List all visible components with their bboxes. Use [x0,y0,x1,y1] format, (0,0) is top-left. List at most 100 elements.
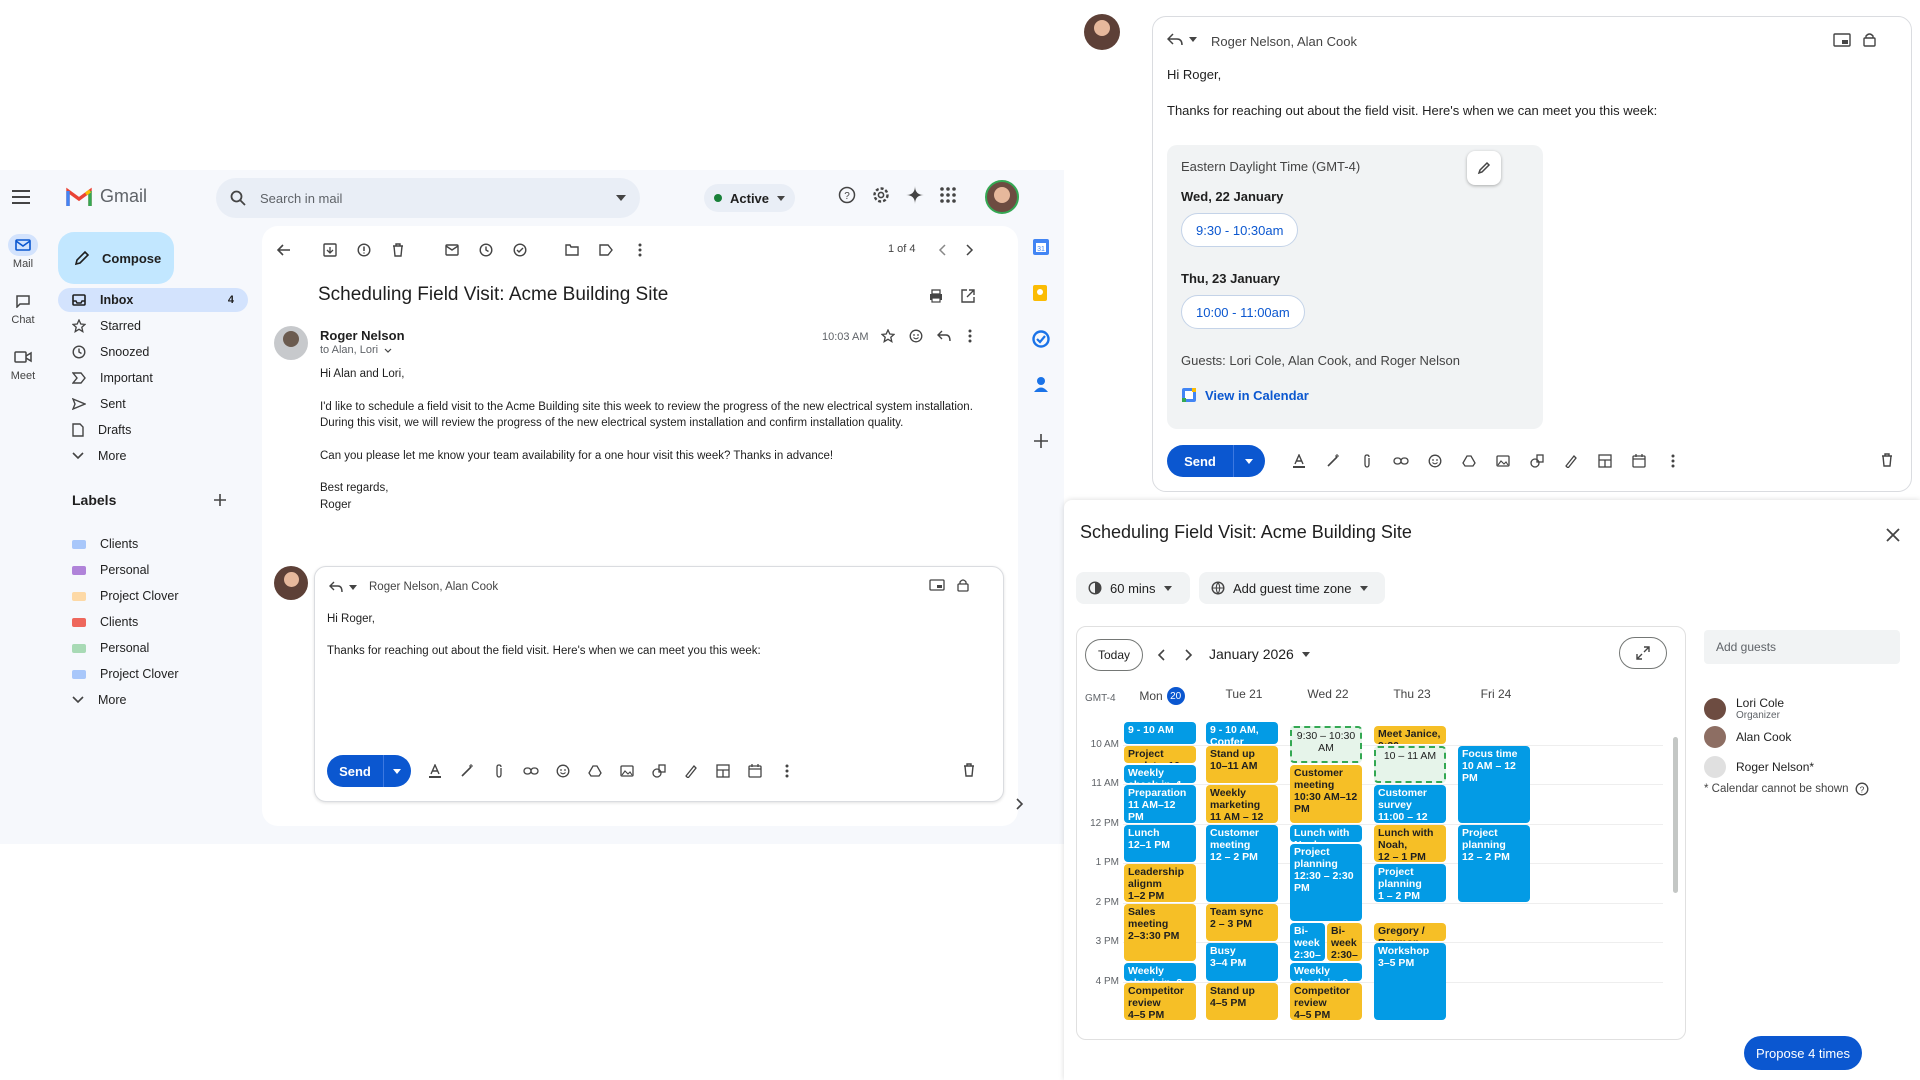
label-item[interactable]: Clients [58,532,248,556]
more-vert-icon[interactable] [630,240,650,260]
label-item[interactable]: Clients [58,610,248,634]
help-icon[interactable]: ? [838,186,856,204]
calendar-event[interactable]: Bi-week 2:30–3 [1290,923,1325,961]
calendar-event[interactable]: Weekly check-in, 1 [1124,765,1196,784]
label-item[interactable]: Personal [58,558,248,582]
mark-unread-icon[interactable] [442,240,462,260]
day-header[interactable]: Fri 24 [1457,687,1535,701]
rail-chat[interactable]: Chat [0,290,46,326]
reply-type-selector[interactable] [1167,33,1197,46]
text-format-icon[interactable] [425,761,445,781]
more-vert-icon[interactable] [1663,451,1683,471]
attach-icon[interactable] [489,761,509,781]
help-icon[interactable]: ? [1855,782,1869,796]
discard-draft-icon[interactable] [963,763,975,777]
gmail-logo[interactable]: Gmail [66,186,147,207]
print-icon[interactable] [926,286,946,306]
discard-draft-icon[interactable] [1881,453,1893,467]
calendar-event[interactable]: Lunch 12–1 PM [1124,824,1196,863]
calendar-event[interactable]: Team sync 2 – 3 PM [1206,903,1278,942]
nav-sent[interactable]: Sent [58,392,248,416]
magic-pen-icon[interactable] [1323,451,1343,471]
more-vert-icon[interactable] [960,326,980,346]
reply-icon[interactable] [934,326,954,346]
calendar-event[interactable]: Meet Janice, 9:30 [1374,725,1446,744]
contacts-app-icon[interactable] [1033,376,1049,392]
calendar-app-icon[interactable]: 31 [1032,238,1050,256]
next-week-icon[interactable] [1185,649,1193,661]
propose-times-button[interactable]: Propose 4 times [1744,1036,1862,1070]
nav-important[interactable]: Important [58,366,248,390]
duration-selector[interactable]: 60 mins [1076,572,1190,604]
delete-icon[interactable] [388,240,408,260]
reply-text[interactable]: Thanks for reaching out about the field … [327,645,761,657]
guest-row[interactable]: Roger Nelson* [1704,756,1814,778]
menu-icon[interactable] [12,190,30,204]
calendar-event[interactable]: Stand up 10–11 AM [1206,745,1278,784]
calendar-event[interactable]: Weekly marketing 11 AM – 12 PM [1206,785,1278,823]
search-icon[interactable] [230,190,246,206]
add-label-icon[interactable] [214,494,226,506]
month-selector[interactable]: January 2026 [1209,646,1310,662]
label-item[interactable]: Project Clover [58,662,248,686]
recipients-toggle[interactable]: to Alan, Lori [320,344,392,356]
reply-recipients[interactable]: Roger Nelson, Alan Cook [1211,34,1357,49]
labels-more[interactable]: More [58,688,248,712]
label-item[interactable]: Project Clover [58,584,248,608]
search-bar[interactable]: Search in mail [216,178,640,218]
emoji-icon[interactable] [906,326,926,346]
reply-compose-expanded[interactable]: Roger Nelson, Alan Cook Hi Roger, Thanks… [1152,16,1912,492]
calendar-event[interactable]: Project planning 12 – 2 PM [1458,824,1530,902]
send-options-icon[interactable] [1234,458,1264,464]
nav-inbox[interactable]: Inbox 4 [58,288,248,312]
calendar-event[interactable]: Weekly check-in, 3 [1290,962,1362,981]
back-icon[interactable] [274,240,294,260]
compose-button[interactable]: Compose [58,232,174,284]
calendar-event[interactable]: Preparation 11 AM–12 PM [1124,785,1196,823]
reply-greeting[interactable]: Hi Roger, [1167,67,1221,82]
link-icon[interactable] [1391,451,1411,471]
expand-calendar-button[interactable] [1619,637,1667,669]
calendar-event[interactable]: Customer survey 11:00 – 12 PM [1374,785,1446,823]
calendar-schedule-icon[interactable] [745,761,765,781]
calendar-event[interactable]: Project planning 12:30 – 2:30 PM [1290,844,1362,922]
label-icon[interactable] [596,240,616,260]
add-guests-input[interactable]: Add guests [1704,630,1900,664]
calendar-event[interactable]: Workshop 3–5 PM [1374,943,1446,1021]
calendar-schedule-icon[interactable] [1629,451,1649,471]
star-icon[interactable] [878,326,898,346]
time-slot-2[interactable]: 10:00 - 11:00am [1181,295,1305,329]
previous-week-icon[interactable] [1157,649,1165,661]
newer-icon[interactable] [932,240,952,260]
photo-icon[interactable] [1493,451,1513,471]
lock-icon[interactable] [1863,32,1876,47]
day-header[interactable]: Wed 22 [1289,687,1367,701]
nav-more[interactable]: More [58,444,248,468]
today-button[interactable]: Today [1085,639,1143,671]
reply-recipients[interactable]: Roger Nelson, Alan Cook [369,581,498,593]
drive-icon[interactable] [585,761,605,781]
magic-pen-icon[interactable] [457,761,477,781]
calendar-event[interactable]: Project planning 1 – 2 PM [1374,864,1446,902]
tasks-app-icon[interactable] [1032,330,1050,348]
nav-snoozed[interactable]: Snoozed [58,340,248,364]
calendar-event[interactable]: Project update, 10 [1124,745,1196,764]
calendar-event[interactable]: Stand up 4–5 PM [1206,982,1278,1021]
apps-grid-icon[interactable] [940,187,956,203]
reply-compose[interactable]: Roger Nelson, Alan Cook Hi Roger, Thanks… [314,566,1004,802]
calendar-event[interactable]: Competitor review 4–5 PM [1124,982,1196,1021]
calendar-event[interactable]: Gregory / Raymon [1374,923,1446,942]
calendar-event[interactable]: Customer meeting 10:30 AM–12 PM [1290,765,1362,823]
send-button[interactable]: Send [1167,454,1233,469]
nav-starred[interactable]: Starred [58,314,248,338]
avatar[interactable] [985,180,1019,214]
guest-row[interactable]: Alan Cook [1704,726,1791,748]
emoji-icon[interactable] [553,761,573,781]
scrollbar[interactable] [1673,737,1678,893]
photo-icon[interactable] [617,761,637,781]
calendar-event[interactable]: Busy 3–4 PM [1206,943,1278,981]
time-slot-1[interactable]: 9:30 - 10:30am [1181,213,1299,247]
older-icon[interactable] [960,240,980,260]
gemini-icon[interactable] [906,186,924,204]
nav-drafts[interactable]: Drafts [58,418,248,442]
